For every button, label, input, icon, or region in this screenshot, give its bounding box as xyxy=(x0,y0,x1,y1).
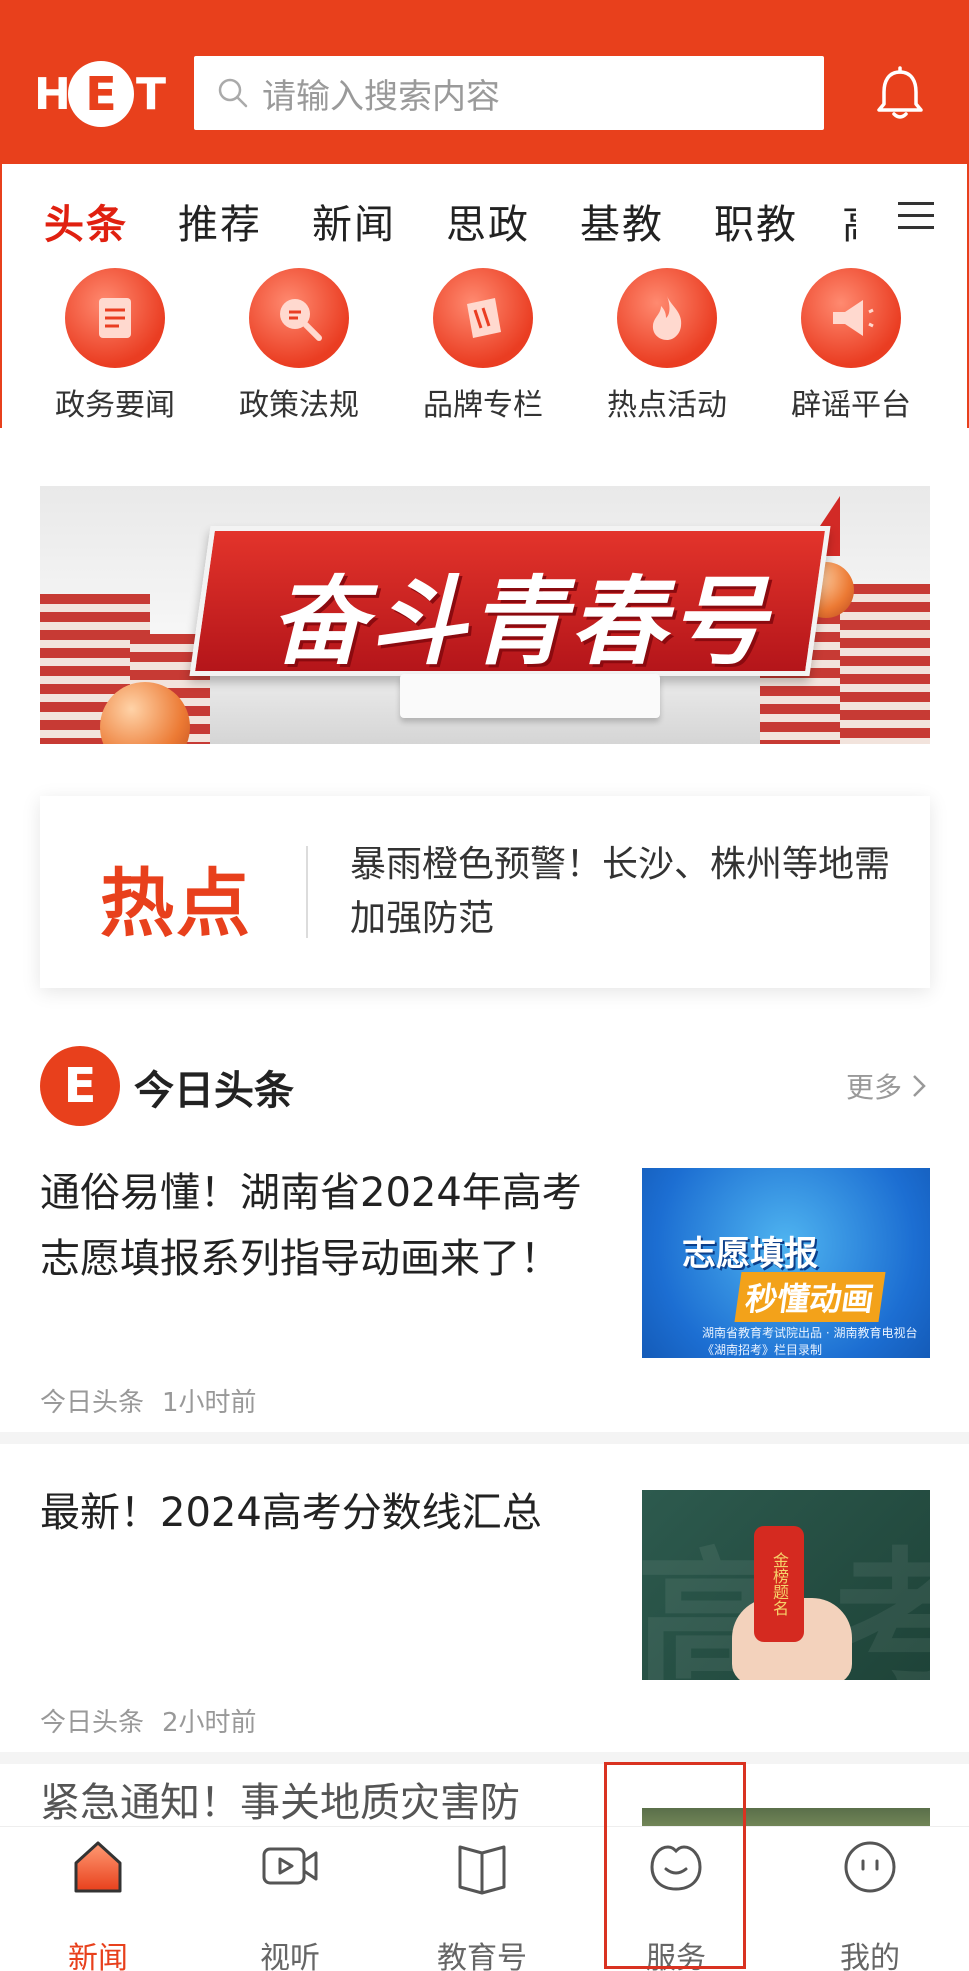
logo-letter-h: H xyxy=(34,68,71,120)
thumb-text-line2: 秒懂动画 xyxy=(734,1272,886,1322)
quick-entry-label: 品牌专栏 xyxy=(423,388,543,423)
banner[interactable]: 奋斗青春号 xyxy=(40,486,930,744)
tab-toutiao[interactable]: 头条 xyxy=(44,192,128,250)
news-title[interactable]: 紧急通知！事关地质灾害防 xyxy=(40,1770,600,1826)
logo-letter-t: T xyxy=(135,68,166,120)
quick-entry-redian[interactable]: 热点活动 xyxy=(582,268,752,424)
list-separator xyxy=(0,1432,969,1444)
more-link[interactable]: 更多 xyxy=(846,1066,902,1106)
tab-zhijiao[interactable]: 职教 xyxy=(714,192,798,250)
channel-tabs: 头条 推荐 新闻 思政 基教 职教 高 xyxy=(0,164,969,268)
logo-letter-e: E xyxy=(68,61,134,127)
thumb-text-line1: 志愿填报 xyxy=(682,1234,818,1274)
megaphone-icon xyxy=(801,268,901,368)
service-highlight-box xyxy=(604,1762,746,1969)
home-icon xyxy=(74,1841,122,1893)
quick-entry-pinpai[interactable]: 品牌专栏 xyxy=(398,268,568,424)
search-placeholder: 请输入搜索内容 xyxy=(262,76,500,117)
section-title: 今日头条 xyxy=(134,1068,294,1114)
quick-entry-label: 热点活动 xyxy=(607,388,727,423)
het-logo[interactable]: H E T xyxy=(34,61,170,127)
banner-book xyxy=(400,674,660,718)
tab-gao: 高 xyxy=(842,192,856,244)
quick-entry-label: 政务要闻 xyxy=(55,388,175,423)
quick-entry-piyao[interactable]: 辟谣平台 xyxy=(766,268,936,424)
news-source: 今日头条 xyxy=(40,1708,145,1738)
tab-gao-clipped[interactable]: 高 xyxy=(842,184,856,244)
brand-icon xyxy=(433,268,533,368)
quick-entry-label: 政策法规 xyxy=(239,388,359,423)
document-icon xyxy=(65,268,165,368)
tab-sizheng[interactable]: 思政 xyxy=(446,192,530,250)
quick-entry-label: 辟谣平台 xyxy=(791,388,911,423)
tab-xinwen[interactable]: 新闻 xyxy=(312,192,396,250)
news-meta: 今日头条 1小时前 xyxy=(40,1382,257,1419)
magnifier-icon xyxy=(249,268,349,368)
hot-logo: 热点 xyxy=(100,861,252,947)
news-item[interactable]: 通俗易懂！湖南省2024年高考志愿填报系列指导动画来了！ 今日头条 1小时前 志愿… xyxy=(0,1160,969,1430)
hot-divider xyxy=(306,846,308,938)
news-meta: 今日头条 2小时前 xyxy=(40,1702,257,1739)
profile-icon xyxy=(844,1841,896,1893)
book-icon xyxy=(458,1845,506,1895)
thumb-text-line3: 湖南省教育考试院出品 · 湖南教育电视台《湖南招考》栏目录制 xyxy=(702,1326,918,1357)
nav-label: 视听 xyxy=(260,1941,320,1971)
news-title[interactable]: 最新！2024高考分数线汇总 xyxy=(40,1480,600,1546)
thumb-tag: 金榜题名 xyxy=(754,1526,804,1642)
banner-building xyxy=(840,584,930,744)
chevron-right-icon[interactable] xyxy=(910,1072,928,1100)
news-item[interactable]: 紧急通知！事关地质灾害防 xyxy=(0,1766,969,1826)
search-input[interactable]: 请输入搜索内容 xyxy=(194,56,824,130)
tab-jijiao[interactable]: 基教 xyxy=(580,192,664,250)
hot-news-card[interactable]: 热点 暴雨橙色预警！长沙、株州等地需加强防范 xyxy=(40,796,930,988)
nav-edu[interactable]: 教育号 xyxy=(402,1827,562,1971)
news-time: 2小时前 xyxy=(162,1708,257,1738)
news-title[interactable]: 通俗易懂！湖南省2024年高考志愿填报系列指导动画来了！ xyxy=(40,1160,600,1292)
quick-entries: 政务要闻 政策法规 品牌专栏 热点活动 辟谣平台 xyxy=(0,268,969,428)
banner-title: 奋斗青春号 xyxy=(270,566,770,678)
quick-entry-zhengwu[interactable]: 政务要闻 xyxy=(30,268,200,424)
flame-icon xyxy=(617,268,717,368)
news-thumbnail[interactable]: 志愿填报 秒懂动画 湖南省教育考试院出品 · 湖南教育电视台《湖南招考》栏目录制 xyxy=(642,1168,930,1358)
bell-icon[interactable] xyxy=(874,66,926,122)
quick-entry-zhengce[interactable]: 政策法规 xyxy=(214,268,384,424)
nav-label: 教育号 xyxy=(437,1941,527,1971)
search-icon xyxy=(218,78,248,108)
bottom-nav: 新闻 视听 教育号 服务 我的 xyxy=(0,1826,969,1971)
nav-profile[interactable]: 我的 xyxy=(790,1827,950,1971)
nav-news[interactable]: 新闻 xyxy=(18,1827,178,1971)
tab-tuijian[interactable]: 推荐 xyxy=(178,192,262,250)
nav-label: 新闻 xyxy=(68,1941,128,1971)
news-time: 1小时前 xyxy=(162,1388,257,1418)
section-header: E 今日头条 更多 xyxy=(0,1046,969,1126)
video-icon xyxy=(262,1847,318,1885)
hot-headline[interactable]: 暴雨橙色预警！长沙、株州等地需加强防范 xyxy=(350,838,910,946)
news-item[interactable]: 最新！2024高考分数线汇总 今日头条 2小时前 高 考 金榜题名 xyxy=(0,1480,969,1750)
nav-label: 我的 xyxy=(840,1941,900,1971)
section-logo: E xyxy=(40,1046,120,1126)
news-source: 今日头条 xyxy=(40,1388,145,1418)
menu-icon[interactable] xyxy=(898,202,934,232)
news-thumbnail[interactable]: 高 考 金榜题名 xyxy=(642,1490,930,1680)
list-separator xyxy=(0,1752,969,1764)
nav-video[interactable]: 视听 xyxy=(210,1827,370,1971)
app-header: H E T 请输入搜索内容 xyxy=(0,0,969,164)
